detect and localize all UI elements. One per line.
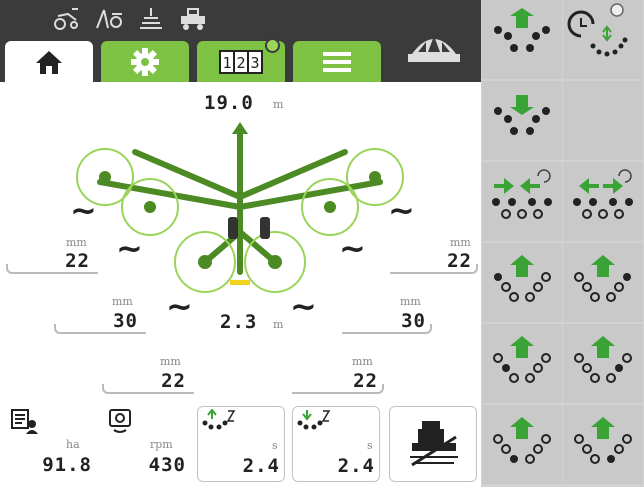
mid-left-bracket [54, 324, 146, 334]
area-counter[interactable]: ha 91.8 [4, 406, 96, 482]
swath-width-unit: m [273, 318, 284, 331]
notification-dot [265, 38, 280, 53]
lift-time-unit: s [272, 439, 278, 452]
rake-illustration [76, 122, 404, 293]
widen-width-icon [573, 169, 633, 219]
lower-time-unit: s [367, 439, 373, 452]
lift-outer-left-icon [494, 255, 551, 302]
outer-right-bracket [390, 264, 478, 274]
lift-outer-right-icon [574, 255, 631, 302]
machine-view: 19.0 m ~ ~ ~ ~ ~ ~ mm 22 mm 22 mm 30 mm … [0, 82, 481, 402]
home-icon [36, 50, 62, 74]
rotor-fold-icon[interactable] [404, 22, 464, 66]
top-bar: 123 [0, 0, 481, 82]
lift-time-button[interactable]: s 2.4 [197, 406, 285, 482]
mid-left-unit: mm [112, 295, 133, 308]
tab-menu[interactable] [293, 41, 381, 82]
lift-all-button[interactable] [482, 0, 562, 79]
lift-time-value: 2.4 [242, 455, 280, 477]
lift-mid-right-button[interactable] [563, 324, 643, 403]
lift-outer-left-button[interactable] [482, 243, 562, 322]
tab-settings[interactable] [101, 41, 189, 82]
tilde-inner-right: ~ [290, 287, 317, 325]
tractor-tilt-icon [54, 8, 78, 30]
empty-slot [563, 81, 643, 160]
area-unit: ha [66, 438, 80, 451]
area-value: 91.8 [42, 454, 92, 476]
outer-right-unit: mm [450, 236, 471, 249]
narrow-width-button[interactable] [482, 162, 562, 241]
working-width-value: 19.0 [204, 92, 254, 114]
tilde-mid-left: ~ [116, 229, 143, 267]
auto-sequence-icon [567, 3, 628, 57]
outer-left-unit: mm [66, 236, 87, 249]
swath-width-value: 2.3 [220, 311, 258, 333]
lift-time-icon [202, 409, 236, 430]
lift-mid-left-icon [493, 336, 551, 383]
inner-right-bracket [292, 384, 384, 394]
tilde-inner-left: ~ [166, 287, 193, 325]
lift-inner-left-icon [493, 417, 551, 464]
counter-digit: 3 [250, 54, 259, 72]
gear-icon [131, 47, 159, 76]
widen-width-button[interactable] [563, 162, 643, 241]
tractor-rake-icon [96, 9, 122, 29]
lift-mid-right-icon [574, 336, 632, 383]
narrow-width-icon [492, 169, 552, 219]
pto-value: 430 [148, 454, 186, 476]
auto-sequence-button[interactable] [563, 0, 643, 79]
hitch-icon [181, 8, 205, 30]
inner-right-unit: mm [352, 355, 373, 368]
mid-right-bracket [342, 324, 432, 334]
lower-time-icon [297, 410, 331, 430]
pto-speed[interactable]: rpm 430 [100, 406, 192, 482]
menu-icon [323, 51, 351, 72]
lift-outer-right-button[interactable] [563, 243, 643, 322]
lower-time-value: 2.4 [337, 455, 375, 477]
rotor-control-panel [481, 0, 644, 487]
tab-home[interactable] [5, 41, 93, 82]
lower-all-button[interactable] [482, 81, 562, 160]
lower-all-icon [494, 95, 550, 135]
pto-gear-icon [109, 409, 131, 433]
lift-inner-left-button[interactable] [482, 405, 562, 484]
outer-left-bracket [6, 264, 98, 274]
inner-left-unit: mm [160, 355, 181, 368]
lift-inner-right-button[interactable] [563, 405, 643, 484]
lift-mid-left-button[interactable] [482, 324, 562, 403]
pto-unit: rpm [150, 438, 173, 451]
tilde-outer-left: ~ [70, 191, 97, 229]
working-width-unit: m [273, 98, 284, 111]
lower-time-button[interactable]: s 2.4 [292, 406, 380, 482]
counter-digit: 2 [236, 54, 245, 72]
inner-left-bracket [102, 384, 194, 394]
lift-all-icon [494, 8, 550, 52]
road-transport-icon [410, 421, 458, 467]
mid-right-unit: mm [400, 295, 421, 308]
counter-icon: 123 [219, 49, 263, 74]
tilde-outer-right: ~ [388, 191, 415, 229]
area-log-icon [11, 409, 38, 434]
road-mode-button[interactable] [389, 406, 477, 482]
bottom-info-bar: ha 91.8 rpm 430 s 2.4 s 2.4 [0, 402, 481, 487]
lift-inner-right-icon [574, 417, 632, 464]
field-grid-icon [140, 8, 162, 29]
counter-digit: 1 [222, 54, 231, 72]
tilde-mid-right: ~ [339, 229, 366, 267]
